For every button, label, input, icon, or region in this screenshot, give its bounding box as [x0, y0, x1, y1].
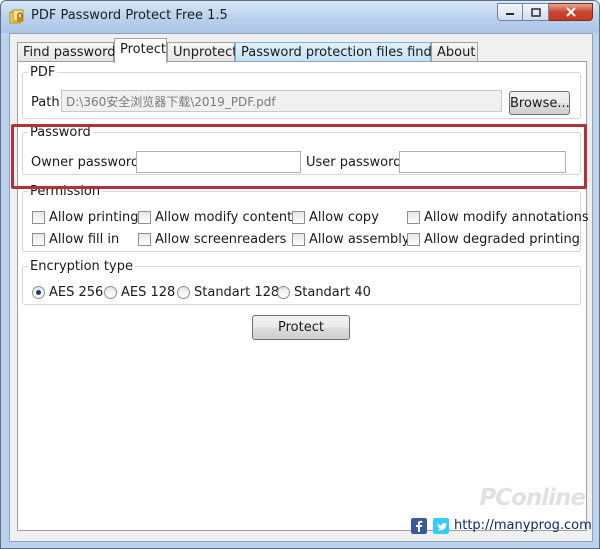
tab-password-protection-files-finder[interactable]: Password protection files finder [235, 42, 445, 62]
allow-degraded-printing-checkbox[interactable]: Allow degraded printing [407, 232, 580, 247]
manyprog-link[interactable]: http://manyprog.com [454, 518, 592, 533]
checkbox-box [32, 211, 45, 224]
user-password-label: User password [306, 155, 402, 170]
protect-panel: PDF Path Browse... Password Owner passwo… [17, 61, 589, 531]
path-field[interactable] [61, 90, 502, 112]
allow-assembly-label: Allow assembly [309, 232, 410, 247]
radio-dot [277, 286, 290, 299]
allow-modify-contents-label: Allow modify contents [155, 210, 300, 225]
owner-password-input[interactable] [136, 151, 301, 173]
tab-about[interactable]: About [431, 42, 478, 62]
password-group-legend: Password [30, 125, 91, 140]
allow-copy-label: Allow copy [309, 210, 379, 225]
standart-128-radio[interactable]: Standart 128 [177, 285, 279, 300]
checkbox-box [407, 233, 420, 246]
twitter-icon[interactable] [433, 518, 449, 534]
checkbox-box [407, 211, 420, 224]
browse-button[interactable]: Browse... [509, 91, 570, 115]
checkbox-box [292, 233, 305, 246]
tab-unprotect[interactable]: Unprotect [167, 42, 237, 62]
facebook-icon[interactable] [411, 518, 427, 534]
allow-modify-contents-checkbox[interactable]: Allow modify contents [138, 210, 299, 225]
permission-group-legend: Permission [30, 184, 101, 199]
path-label: Path [31, 95, 60, 110]
maximize-button[interactable] [523, 3, 549, 21]
maximize-icon [530, 7, 541, 17]
checkbox-box [138, 211, 151, 224]
checkbox-box [292, 211, 305, 224]
pdf-group-legend: PDF [30, 65, 56, 80]
app-window: PDF Password Protect Free 1.5 Find passw… [0, 0, 600, 549]
user-password-input[interactable] [399, 151, 566, 173]
allow-modify-annotations-checkbox[interactable]: Allow modify annotations [407, 210, 589, 225]
radio-dot [104, 286, 117, 299]
allow-screenreaders-label: Allow screenreaders [155, 232, 287, 247]
allow-screenreaders-checkbox[interactable]: Allow screenreaders [138, 232, 286, 247]
close-icon [565, 7, 576, 17]
tab-protect[interactable]: Protect [114, 38, 167, 63]
checkbox-box [32, 233, 45, 246]
title-bar: PDF Password Protect Free 1.5 [1, 1, 599, 33]
allow-assembly-checkbox[interactable]: Allow assembly [292, 232, 410, 247]
aes-128-label: AES 128 [121, 285, 176, 300]
standart-40-radio[interactable]: Standart 40 [277, 285, 371, 300]
allow-printing-checkbox[interactable]: Allow printing [32, 210, 138, 225]
protect-button[interactable]: Protect [252, 315, 350, 340]
owner-password-label: Owner password [31, 155, 140, 170]
window-title: PDF Password Protect Free 1.5 [31, 8, 228, 23]
allow-fill-in-checkbox[interactable]: Allow fill in [32, 232, 119, 247]
allow-fill-in-label: Allow fill in [49, 232, 120, 247]
aes-256-label: AES 256 [49, 285, 104, 300]
standart-128-label: Standart 128 [194, 285, 280, 300]
checkbox-box [138, 233, 151, 246]
allow-copy-checkbox[interactable]: Allow copy [292, 210, 379, 225]
pconline-watermark: PConline [479, 485, 586, 511]
close-button[interactable] [549, 3, 593, 21]
radio-dot [177, 286, 190, 299]
app-lock-icon [9, 9, 24, 24]
tab-find-password[interactable]: Find password [17, 42, 116, 62]
aes-256-radio[interactable]: AES 256 [32, 285, 103, 300]
encryption-group-legend: Encryption type [30, 259, 133, 274]
allow-printing-label: Allow printing [49, 210, 139, 225]
client-area: Find password Protect Unprotect Password… [9, 33, 593, 542]
aes-128-radio[interactable]: AES 128 [104, 285, 175, 300]
allow-degraded-printing-label: Allow degraded printing [424, 232, 580, 247]
standart-40-label: Standart 40 [294, 285, 371, 300]
minimize-button[interactable] [497, 3, 523, 21]
minimize-icon [506, 13, 514, 15]
allow-modify-annotations-label: Allow modify annotations [424, 210, 589, 225]
radio-dot [32, 286, 45, 299]
